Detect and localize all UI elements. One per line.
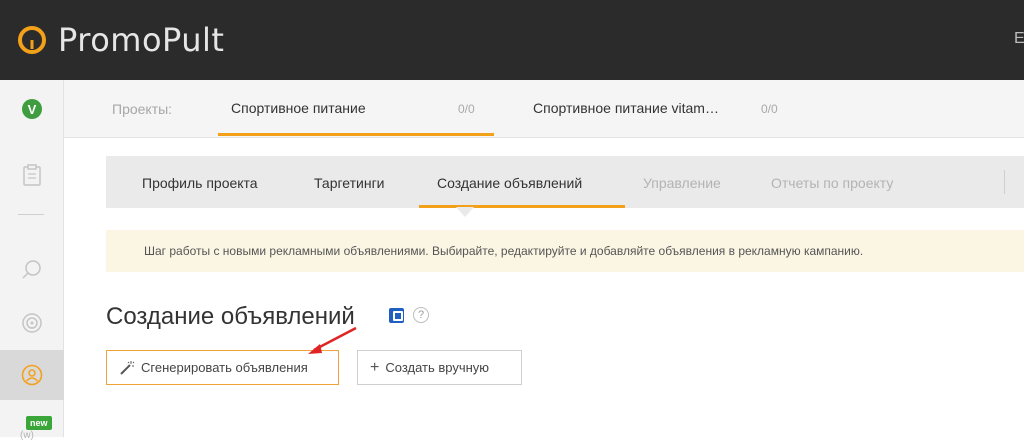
project-tab-sport-vitam[interactable]: Спортивное питание vitam… — [533, 100, 719, 116]
tab-management[interactable]: Управление — [643, 175, 721, 191]
logo[interactable]: PromoPult — [16, 20, 224, 60]
subnav-divider — [1004, 170, 1005, 194]
project-tab-sport-count: 0/0 — [458, 102, 475, 116]
rail-project[interactable]: V — [0, 94, 64, 124]
top-bar: PromoPult E — [0, 0, 1024, 80]
wand-icon — [120, 360, 135, 375]
tab-project-reports[interactable]: Отчеты по проекту — [771, 175, 893, 191]
plus-icon: + — [370, 358, 380, 376]
project-tab-sport[interactable]: Спортивное питание — [231, 100, 366, 116]
info-bar: Шаг работы с новыми рекламными объявлени… — [106, 230, 1024, 272]
tab-ad-creation[interactable]: Создание объявлений — [437, 175, 582, 191]
rail-target[interactable] — [0, 306, 64, 340]
search-icon — [22, 260, 41, 279]
rail-new-item[interactable]: (w) — [20, 430, 34, 441]
subnav-active-indicator — [419, 205, 625, 208]
edit-icon[interactable] — [389, 308, 404, 323]
project-subnav: Профиль проекта Таргетинги Создание объя… — [106, 156, 1024, 208]
arrow-annotation — [308, 326, 357, 354]
tab-targetings[interactable]: Таргетинги — [314, 175, 385, 191]
project-tab-sport-vitam-count: 0/0 — [761, 102, 778, 116]
user-icon — [21, 364, 43, 386]
rail-ads[interactable] — [0, 350, 64, 400]
project-tab-active-indicator — [218, 133, 494, 136]
projects-bar: Проекты: Спортивное питание 0/0 Спортивн… — [64, 80, 1024, 138]
projects-label: Проекты: — [112, 101, 173, 117]
project-avatar: V — [22, 99, 42, 119]
topbar-right-text[interactable]: E — [1014, 30, 1024, 48]
rail-clipboard[interactable] — [0, 158, 64, 192]
help-icon[interactable]: ? — [413, 307, 429, 323]
rail-search[interactable] — [0, 252, 64, 286]
create-manual-label: Создать вручную — [385, 360, 490, 375]
logo-icon — [18, 26, 46, 54]
target-icon — [22, 313, 42, 333]
info-text: Шаг работы с новыми рекламными объявлени… — [144, 244, 864, 258]
subnav-pointer — [456, 207, 474, 217]
tab-project-profile[interactable]: Профиль проекта — [142, 175, 258, 191]
rail-divider — [18, 214, 44, 215]
brand-name: PromoPult — [58, 21, 225, 59]
create-manual-button[interactable]: + Создать вручную — [357, 350, 522, 385]
generate-ads-label: Сгенерировать объявления — [141, 360, 308, 375]
new-badge: new — [26, 416, 52, 430]
clipboard-icon — [23, 164, 41, 186]
left-rail: V new (w) — [0, 80, 64, 441]
